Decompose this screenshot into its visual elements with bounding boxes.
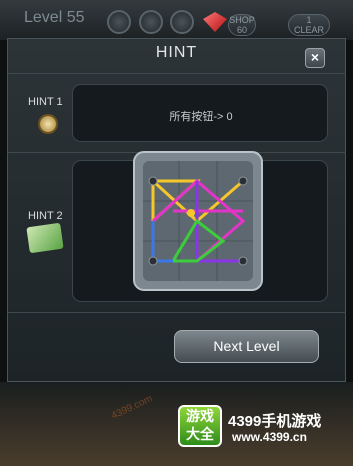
brand-name: 4399手机游戏 <box>228 413 322 430</box>
puzzle-node <box>238 256 248 266</box>
brand-url: www.4399.cn <box>232 430 307 444</box>
map-icon <box>26 222 64 254</box>
close-button[interactable]: × <box>305 48 325 68</box>
shop-count: 60 <box>236 25 247 35</box>
next-level-button[interactable]: Next Level <box>174 330 319 363</box>
dialog-title: HINT <box>155 44 198 61</box>
hint1-text: 所有按钮-> 0 <box>169 111 233 123</box>
clear-label: CLEAR <box>293 25 324 35</box>
compass-icon <box>38 114 58 134</box>
puzzle-node <box>148 176 158 186</box>
yellow-node <box>187 209 195 217</box>
shop-label: SHOP <box>229 15 255 25</box>
title-divider <box>7 73 346 74</box>
clear-button[interactable]: 1 CLEAR <box>288 14 330 36</box>
footer-divider <box>7 312 346 313</box>
clear-count: 1 <box>306 15 312 25</box>
shop-button[interactable]: SHOP 60 <box>228 14 256 36</box>
hint1-label: HINT 1 <box>28 96 63 108</box>
hint-puzzle-image <box>133 151 263 291</box>
brand-badge: 游戏大全 <box>178 405 222 447</box>
refresh-icon[interactable] <box>107 10 131 34</box>
hint2-label: HINT 2 <box>28 210 63 222</box>
puzzle-node <box>148 256 158 266</box>
power-icon[interactable] <box>139 10 163 34</box>
puzzle-node <box>238 176 248 186</box>
level-indicator: Level 55 <box>24 9 85 26</box>
settings-icon[interactable] <box>170 10 194 34</box>
